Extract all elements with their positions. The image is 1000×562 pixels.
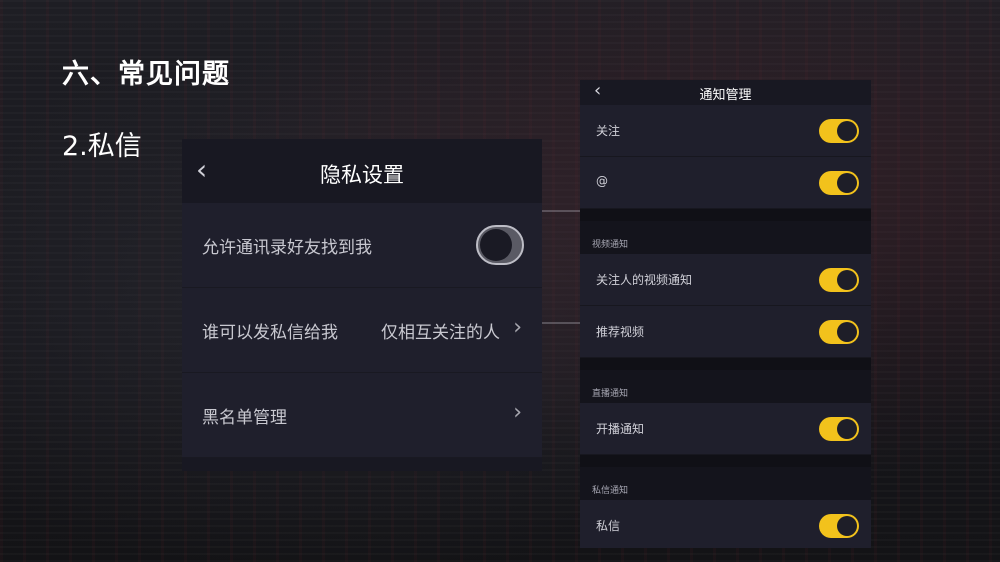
notify-label: @	[596, 174, 608, 188]
slide-subtitle: 2.私信	[62, 131, 142, 162]
toggle-knob	[480, 229, 512, 261]
notify-row-follow[interactable]: 关注	[580, 105, 871, 157]
setting-label: 允许通讯录好友找到我	[202, 238, 372, 258]
toggle-knob	[837, 270, 857, 290]
section-label: 视频通知	[592, 240, 629, 250]
chevron-right-icon: ›	[513, 400, 522, 425]
notify-row-live-start[interactable]: 开播通知	[580, 403, 871, 455]
notify-label: 私信	[596, 519, 621, 533]
mention-toggle[interactable]	[819, 171, 859, 195]
recommended-video-toggle[interactable]	[819, 320, 859, 344]
setting-label: 谁可以发私信给我	[202, 323, 338, 343]
section-divider	[580, 455, 871, 467]
privacy-title: 隐私设置	[320, 163, 404, 187]
slide-title: 六、常见问题	[62, 59, 230, 90]
privacy-nav-bar: ‹ 隐私设置	[182, 139, 542, 203]
section-label: 直播通知	[592, 389, 629, 399]
toggle-knob	[837, 419, 857, 439]
notify-row-following-video[interactable]: 关注人的视频通知	[580, 254, 871, 306]
contacts-find-toggle[interactable]	[476, 225, 524, 265]
notify-label: 关注	[596, 124, 621, 138]
toggle-knob	[837, 173, 857, 193]
privacy-settings-panel: ‹ 隐私设置 允许通讯录好友找到我 谁可以发私信给我 仅相互关注的人 › 黑名单…	[182, 139, 542, 471]
notify-row-message[interactable]: 私信	[580, 500, 871, 548]
setting-row-blacklist[interactable]: 黑名单管理 ›	[182, 373, 542, 458]
notify-label: 推荐视频	[596, 325, 645, 339]
setting-row-who-can-message[interactable]: 谁可以发私信给我 仅相互关注的人 ›	[182, 288, 542, 373]
notify-row-recommended-video[interactable]: 推荐视频	[580, 306, 871, 358]
section-header-video: 视频通知	[580, 221, 871, 254]
follow-toggle[interactable]	[819, 119, 859, 143]
toggle-knob	[837, 322, 857, 342]
section-divider	[580, 209, 871, 221]
notify-label: 关注人的视频通知	[596, 273, 693, 287]
toggle-knob	[837, 516, 857, 536]
notification-settings-panel: ‹ 通知管理 关注 @ 视频通知 关注人的视频通知 推荐视频 直播通知 开播通知…	[580, 80, 871, 548]
live-start-toggle[interactable]	[819, 417, 859, 441]
notify-label: 开播通知	[596, 422, 645, 436]
chevron-right-icon: ›	[513, 315, 522, 340]
section-label: 私信通知	[592, 486, 629, 496]
notify-row-mention[interactable]: @	[580, 157, 871, 209]
section-divider	[580, 358, 871, 370]
notify-nav-bar: ‹ 通知管理	[580, 80, 871, 105]
following-video-toggle[interactable]	[819, 268, 859, 292]
message-toggle[interactable]	[819, 514, 859, 538]
section-header-live: 直播通知	[580, 370, 871, 403]
setting-value: 仅相互关注的人	[381, 323, 500, 343]
notify-title: 通知管理	[699, 88, 752, 103]
setting-row-contacts-find[interactable]: 允许通讯录好友找到我	[182, 203, 542, 288]
section-header-message: 私信通知	[580, 467, 871, 500]
setting-label: 黑名单管理	[202, 408, 287, 428]
toggle-knob	[837, 121, 857, 141]
